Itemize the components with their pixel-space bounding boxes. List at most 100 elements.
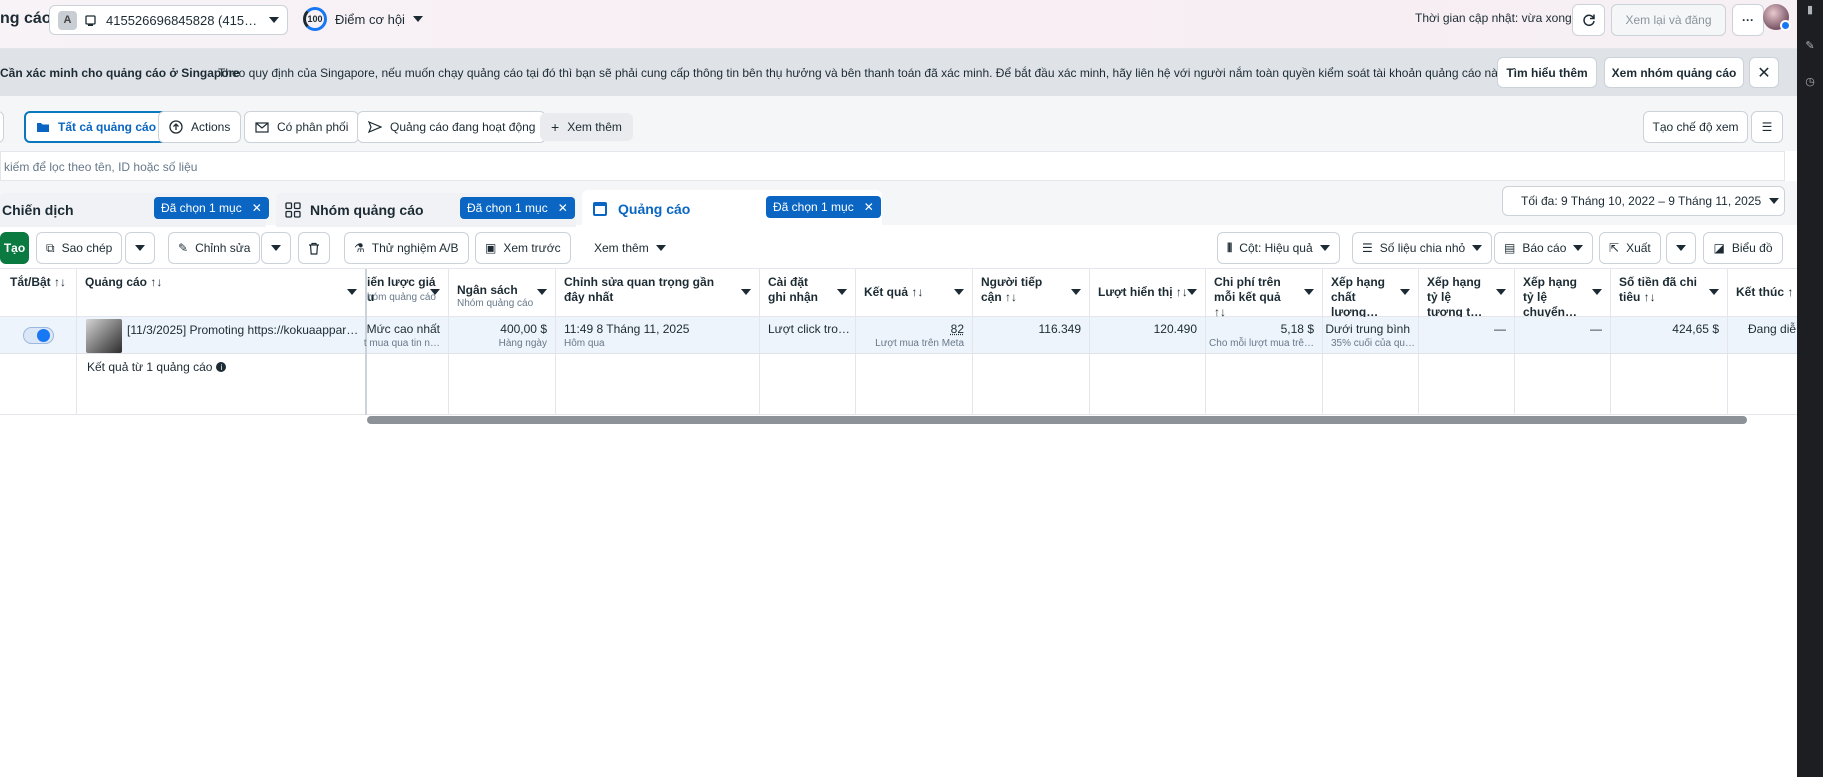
campaigns-selected-pill[interactable]: Đã chọn 1 mục ✕ <box>154 197 269 219</box>
col-cost-per-result: Chi phí trên mỗi kết quả ↑↓ 5,18 $ Cho m… <box>1206 269 1323 415</box>
chevron-down-icon[interactable] <box>1592 289 1602 295</box>
header-quality[interactable]: Xếp hạng chất lượng… <box>1323 269 1418 319</box>
table-row[interactable]: 11:49 8 Tháng 11, 2025 Hôm qua <box>556 317 759 354</box>
learn-more-button[interactable]: Tìm hiểu thêm <box>1497 57 1597 88</box>
header-cost-per-result[interactable]: Chi phí trên mỗi kết quả ↑↓ <box>1206 269 1322 319</box>
filter-active-ads[interactable]: Quảng cáo đang hoạt động <box>357 111 547 143</box>
ad-name[interactable]: [11/3/2025] Promoting https://kokuaappar… <box>127 323 358 337</box>
edit-button[interactable]: ✎ Chỉnh sửa <box>168 232 261 264</box>
bid-sub: t mua qua tin n… <box>363 338 440 349</box>
breakdown-button[interactable]: ☰ Số liệu chia nhỏ <box>1352 232 1493 264</box>
chevron-down-icon[interactable] <box>741 289 751 295</box>
table-row[interactable]: Mức cao nhất t mua qua tin n… <box>363 317 448 354</box>
ab-test-button[interactable]: ⚗ Thử nghiệm A/B <box>344 232 469 264</box>
reports-button[interactable]: ▤ Báo cáo <box>1494 232 1594 264</box>
close-icon[interactable]: ✕ <box>252 201 262 215</box>
chevron-down-icon[interactable] <box>1304 289 1314 295</box>
header-ends[interactable]: Kết thúc ↑ <box>1728 269 1797 317</box>
review-publish-button[interactable]: Xem lại và đăng <box>1611 4 1726 36</box>
table-row[interactable]: 5,18 $ Cho mỗi lượt mua trê… <box>1206 317 1322 354</box>
export-dropdown[interactable] <box>1666 232 1696 264</box>
tab-campaigns[interactable]: Chiến dịch Đã chọn 1 mục ✕ <box>0 193 269 227</box>
refresh-button[interactable] <box>1572 4 1605 36</box>
header-bid-strategy[interactable]: iến lược giá u hóm quảng cáo <box>367 269 448 317</box>
header-ad[interactable]: Quảng cáo ↑↓ <box>77 269 365 317</box>
table-row[interactable]: Lượt click tro… <box>760 317 855 354</box>
filter-actions[interactable]: Actions <box>158 111 242 143</box>
chevron-down-icon[interactable] <box>430 289 440 295</box>
close-notice-button[interactable]: ✕ <box>1749 57 1779 88</box>
chevron-down-icon[interactable] <box>1496 289 1506 295</box>
ad-thumbnail[interactable] <box>86 319 122 353</box>
header-last-edit-label: Chỉnh sửa quan trọng gần đây nhất <box>564 275 715 304</box>
preview-button[interactable]: ▣ Xem trước <box>475 232 571 264</box>
chevron-down-icon[interactable] <box>1071 289 1081 295</box>
table-row[interactable]: 424,65 $ <box>1611 317 1727 354</box>
filter-partial[interactable] <box>0 111 4 143</box>
info-icon[interactable]: i <box>216 362 227 372</box>
create-button[interactable]: Tạo <box>0 232 29 264</box>
ad-on-off-toggle[interactable] <box>23 327 54 344</box>
chevron-down-icon <box>1319 245 1330 251</box>
export-button[interactable]: ⇱ Xuất <box>1599 232 1661 264</box>
tab-ads[interactable]: Quảng cáo Đã chọn 1 mục ✕ <box>582 190 882 227</box>
columns-button[interactable]: ⦀ Cột: Hiệu quả <box>1217 232 1340 264</box>
duplicate-button[interactable]: ⧉ Sao chép <box>36 232 123 264</box>
tab-adsets[interactable]: Nhóm quảng cáo Đã chọn 1 mục ✕ <box>276 193 576 227</box>
account-selector[interactable]: A 415526696845828 (415… <box>49 5 288 35</box>
chevron-down-icon[interactable] <box>954 289 964 295</box>
filter-delivered[interactable]: Có phân phối <box>244 111 360 143</box>
notice-title: Cần xác minh cho quảng cáo ở Singapore <box>0 66 240 80</box>
toolbar-more-button[interactable]: Xem thêm <box>584 232 676 264</box>
opportunity-score[interactable]: 100 Điểm cơ hội <box>303 7 423 31</box>
create-view-button[interactable]: Tạo chế độ xem <box>1643 111 1748 143</box>
table-row[interactable]: — <box>1515 317 1610 354</box>
header-last-edit[interactable]: Chỉnh sửa quan trọng gần đây nhất <box>556 269 759 317</box>
chart-icon[interactable]: ▮ <box>1804 4 1816 16</box>
edit-dropdown[interactable] <box>261 232 291 264</box>
more-options-button[interactable]: ··· <box>1732 4 1764 36</box>
header-engagement-rank[interactable]: Xếp hạng tỷ lệ tương t… <box>1419 269 1514 319</box>
adsets-selected-pill[interactable]: Đã chọn 1 mục ✕ <box>460 197 575 219</box>
chevron-down-icon[interactable] <box>1709 289 1719 295</box>
header-impressions[interactable]: Lượt hiển thị ↑↓ <box>1090 269 1205 317</box>
horizontal-scrollbar[interactable] <box>367 416 1747 424</box>
chevron-down-icon[interactable] <box>1400 289 1410 295</box>
table-row[interactable]: 82 Lượt mua trên Meta <box>856 317 972 354</box>
clock-icon[interactable]: ◷ <box>1804 76 1816 88</box>
table-row[interactable]: 120.490 <box>1090 317 1205 354</box>
chevron-down-icon[interactable] <box>537 289 547 295</box>
chevron-down-icon[interactable] <box>837 289 847 295</box>
table-row[interactable]: Dưới trung bình 35% cuối của qu… <box>1323 317 1418 354</box>
view-adsets-button[interactable]: Xem nhóm quảng cáo <box>1604 57 1744 88</box>
filter-more[interactable]: + Xem thêm <box>540 113 633 141</box>
table-row[interactable]: Đang diễ <box>1728 317 1797 354</box>
ads-selected-pill[interactable]: Đã chọn 1 mục ✕ <box>766 196 881 218</box>
results-value[interactable]: 82 <box>951 322 964 336</box>
charts-button[interactable]: ◪ Biểu đồ <box>1703 232 1783 264</box>
date-range-picker[interactable]: Tối đa: 9 Tháng 10, 2022 – 9 Tháng 11, 2… <box>1502 186 1785 216</box>
header-conversion-rank[interactable]: Xếp hạng tỷ lệ chuyển… <box>1515 269 1610 319</box>
header-reach[interactable]: Người tiếp cận ↑↓ <box>973 269 1089 317</box>
header-toggle[interactable]: Tắt/Bật ↑↓ <box>0 269 76 317</box>
table-row[interactable] <box>0 317 76 354</box>
delete-button[interactable] <box>298 232 330 264</box>
chevron-down-icon[interactable] <box>347 289 357 295</box>
chevron-down-icon[interactable] <box>1187 289 1197 295</box>
close-icon[interactable]: ✕ <box>558 201 568 215</box>
table-row[interactable]: 116.349 <box>973 317 1089 354</box>
close-icon[interactable]: ✕ <box>864 200 874 214</box>
filter-all-ads[interactable]: Tất cả quảng cáo <box>24 111 169 143</box>
settings-button[interactable]: ☰ <box>1751 111 1783 143</box>
pencil-icon[interactable]: ✎ <box>1804 40 1816 52</box>
header-attribution[interactable]: Cài đặt ghi nhận <box>760 269 855 317</box>
search-input[interactable]: kiếm để lọc theo tên, ID hoặc số liệu <box>0 151 1785 181</box>
table-row[interactable]: — <box>1419 317 1514 354</box>
duplicate-dropdown[interactable] <box>125 232 155 264</box>
attribution-value: Lượt click tro… <box>768 322 850 336</box>
header-amount-spent[interactable]: Số tiền đã chi tiêu ↑↓ <box>1611 269 1727 317</box>
header-results[interactable]: Kết quả ↑↓ <box>856 269 972 317</box>
table-row[interactable]: [11/3/2025] Promoting https://kokuaappar… <box>77 317 365 354</box>
header-budget[interactable]: Ngân sách Nhóm quảng cáo <box>449 269 555 317</box>
table-row[interactable]: 400,00 $ Hàng ngày <box>449 317 555 354</box>
